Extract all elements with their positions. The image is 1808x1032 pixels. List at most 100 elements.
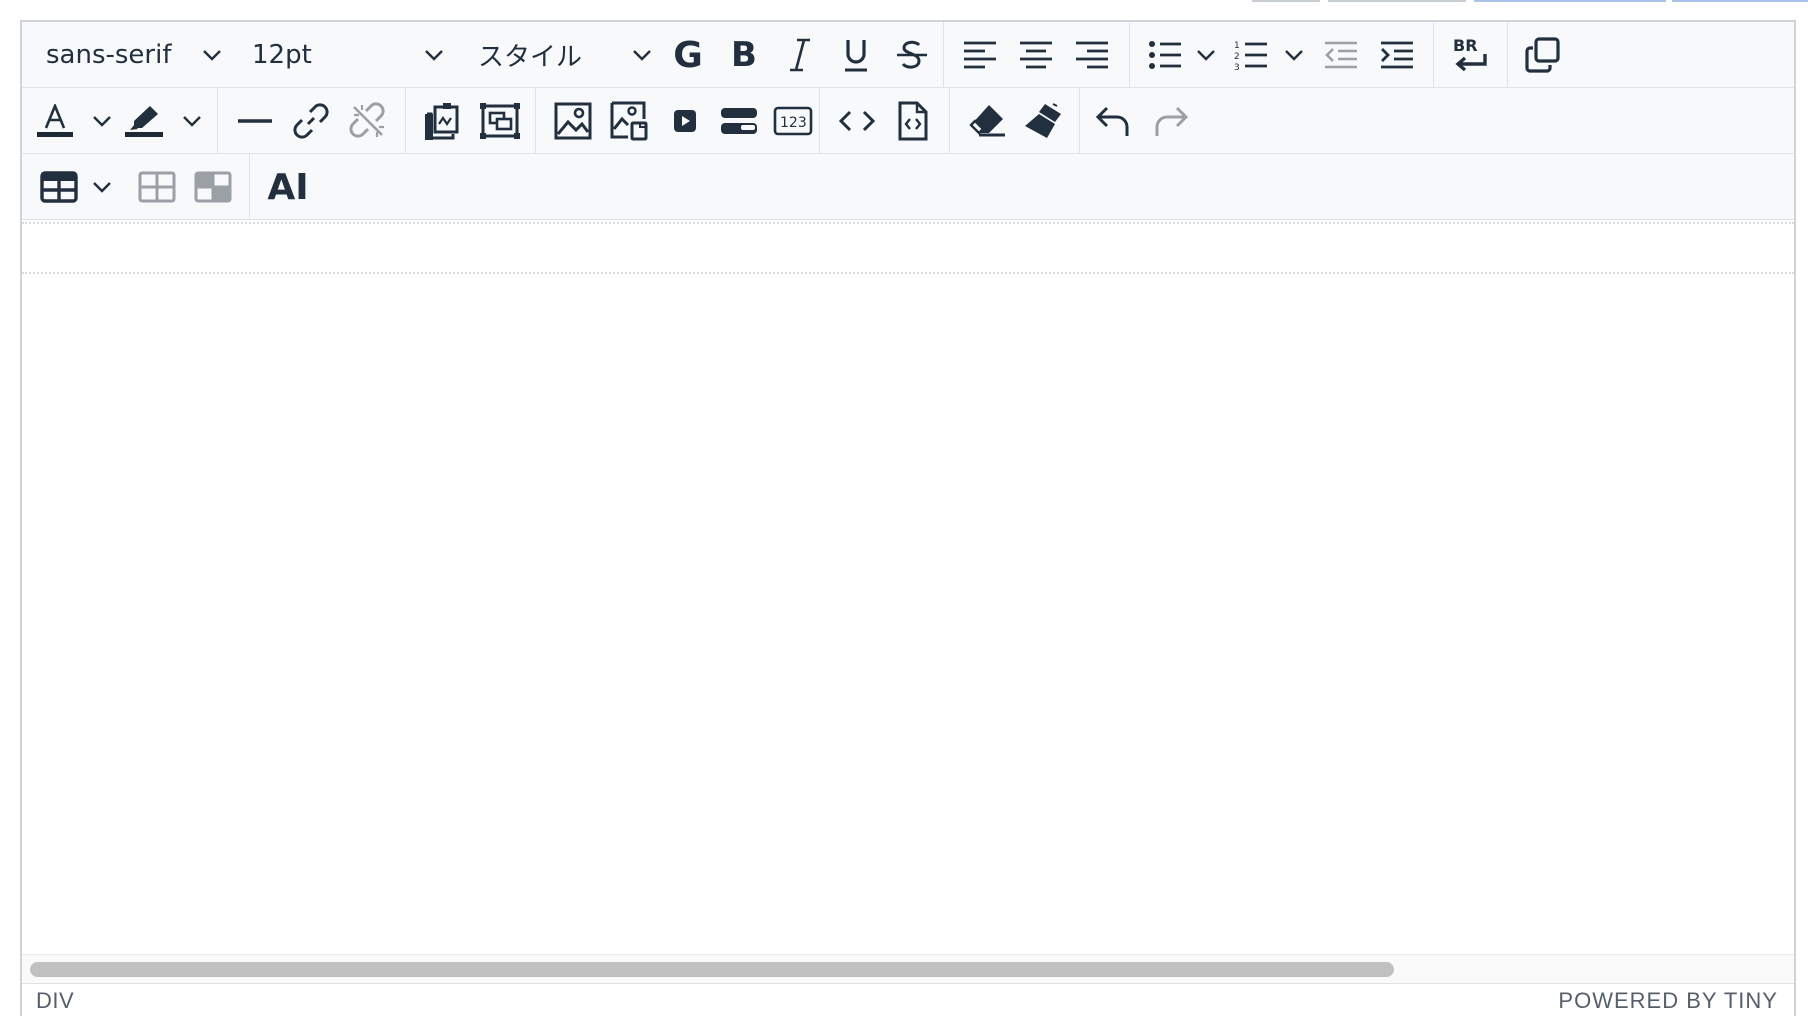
image-edit-button[interactable] (602, 98, 656, 144)
ai-group: AI (250, 154, 326, 219)
text-color-icon (37, 104, 73, 137)
styles-select[interactable]: スタイル (456, 32, 660, 78)
top-edge-tabs (0, 0, 1808, 4)
table-cell-icon (194, 171, 232, 203)
list-group: 123 (1130, 22, 1434, 87)
line-break-button[interactable]: BR (1444, 32, 1498, 78)
fullscreen-button[interactable] (472, 98, 528, 144)
svg-text:123: 123 (780, 115, 807, 131)
eraser-icon (969, 105, 1005, 137)
copy-group (1508, 22, 1578, 87)
align-left-button[interactable] (954, 32, 1006, 78)
image-edit-icon (610, 101, 648, 141)
character-count-button[interactable]: 123 (766, 98, 820, 144)
horizontal-scrollbar[interactable] (22, 954, 1794, 984)
bullet-list-icon (1149, 41, 1181, 69)
numbered-list-icon: 123 (1234, 41, 1267, 71)
indent-button[interactable] (1370, 32, 1424, 78)
bullet-list-button[interactable] (1140, 32, 1224, 78)
font-family-select[interactable]: sans-serif (24, 32, 224, 78)
toolbar-row-1: sans-serif 12pt スタイル G B 1 2 3 BR (22, 22, 1794, 88)
media-group: 123 (536, 88, 820, 153)
highlight-button[interactable] (120, 98, 210, 144)
table-props-icon (138, 171, 176, 203)
horizontal-rule-button[interactable] (228, 98, 282, 144)
styles-value: スタイル (478, 42, 583, 73)
numbered-list-button[interactable]: 123 (1228, 32, 1312, 78)
bold-g-button[interactable]: G (660, 32, 716, 78)
ai-icon: AI (267, 166, 309, 208)
powered-by-link[interactable]: POWERED BY TINY (1558, 988, 1778, 1014)
code-button[interactable] (830, 98, 884, 144)
align-right-button[interactable] (1066, 32, 1118, 78)
template-icon (721, 108, 757, 134)
outdent-icon (1325, 41, 1357, 69)
character-count-icon: 123 (773, 106, 813, 136)
image-icon (554, 102, 592, 140)
scrollbar-thumb[interactable] (30, 962, 1394, 977)
toolbar-row-3: AI (22, 154, 1794, 220)
table-cell-button[interactable] (186, 164, 240, 210)
underline-button[interactable] (828, 32, 884, 78)
align-center-icon (1020, 41, 1052, 69)
font-group: sans-serif 12pt スタイル G B (22, 22, 942, 87)
linebreak-group: BR (1434, 22, 1508, 87)
fullscreen-icon (480, 103, 520, 139)
template-button[interactable] (712, 98, 766, 144)
ai-assistant-button[interactable]: AI (260, 164, 316, 210)
media-button[interactable] (658, 98, 712, 144)
chevron-down-icon (425, 50, 443, 61)
media-icon (674, 110, 696, 132)
eraser-button[interactable] (960, 98, 1014, 144)
chevron-down-icon (93, 182, 111, 193)
chevron-down-icon (203, 50, 221, 61)
bold-button[interactable]: B (716, 32, 772, 78)
highlight-icon (125, 106, 163, 137)
indent-icon (1381, 41, 1413, 69)
link-icon (293, 103, 329, 139)
line-break-icon: BR (1453, 36, 1487, 72)
paste-button[interactable] (416, 98, 470, 144)
paste-group (406, 88, 536, 153)
bold-g-icon: G (673, 34, 703, 76)
align-group (944, 22, 1130, 87)
redo-icon (1155, 106, 1189, 136)
font-size-select[interactable]: 12pt (234, 32, 456, 78)
align-left-icon (964, 41, 996, 69)
empty-div-block[interactable] (22, 222, 1794, 274)
format-painter-button[interactable] (1016, 98, 1070, 144)
svg-text:1: 1 (1234, 41, 1240, 51)
table-props-button[interactable] (130, 164, 184, 210)
clear-group (950, 88, 1080, 153)
link-group (218, 88, 406, 153)
code-icon (839, 110, 875, 132)
code-group (820, 88, 950, 153)
strikethrough-button[interactable] (884, 32, 940, 78)
align-center-button[interactable] (1010, 32, 1062, 78)
image-button[interactable] (546, 98, 600, 144)
table-button[interactable] (32, 164, 118, 210)
chevron-down-icon (93, 116, 111, 127)
underline-icon (845, 40, 867, 72)
text-color-button[interactable] (32, 98, 118, 144)
unlink-button[interactable] (340, 98, 396, 144)
link-button[interactable] (284, 98, 338, 144)
chevron-down-icon (183, 116, 201, 127)
element-path[interactable]: DIV (36, 988, 74, 1014)
strikethrough-icon (897, 40, 927, 69)
copy-button[interactable] (1516, 32, 1570, 78)
outdent-button[interactable] (1314, 32, 1368, 78)
undo-button[interactable] (1086, 98, 1140, 144)
rich-text-editor: sans-serif 12pt スタイル G B 1 2 3 BR 123 AI… (20, 20, 1796, 1016)
editor-content-area[interactable] (22, 220, 1794, 954)
unlink-icon (349, 102, 385, 138)
copy-icon (1525, 37, 1560, 73)
br-label: BR (1453, 36, 1478, 55)
history-group (1080, 88, 1200, 153)
italic-button[interactable] (772, 32, 828, 78)
italic-icon (790, 38, 810, 72)
redo-button[interactable] (1144, 98, 1198, 144)
svg-text:3: 3 (1234, 63, 1240, 71)
table-icon (40, 171, 78, 203)
source-code-button[interactable] (886, 98, 940, 144)
